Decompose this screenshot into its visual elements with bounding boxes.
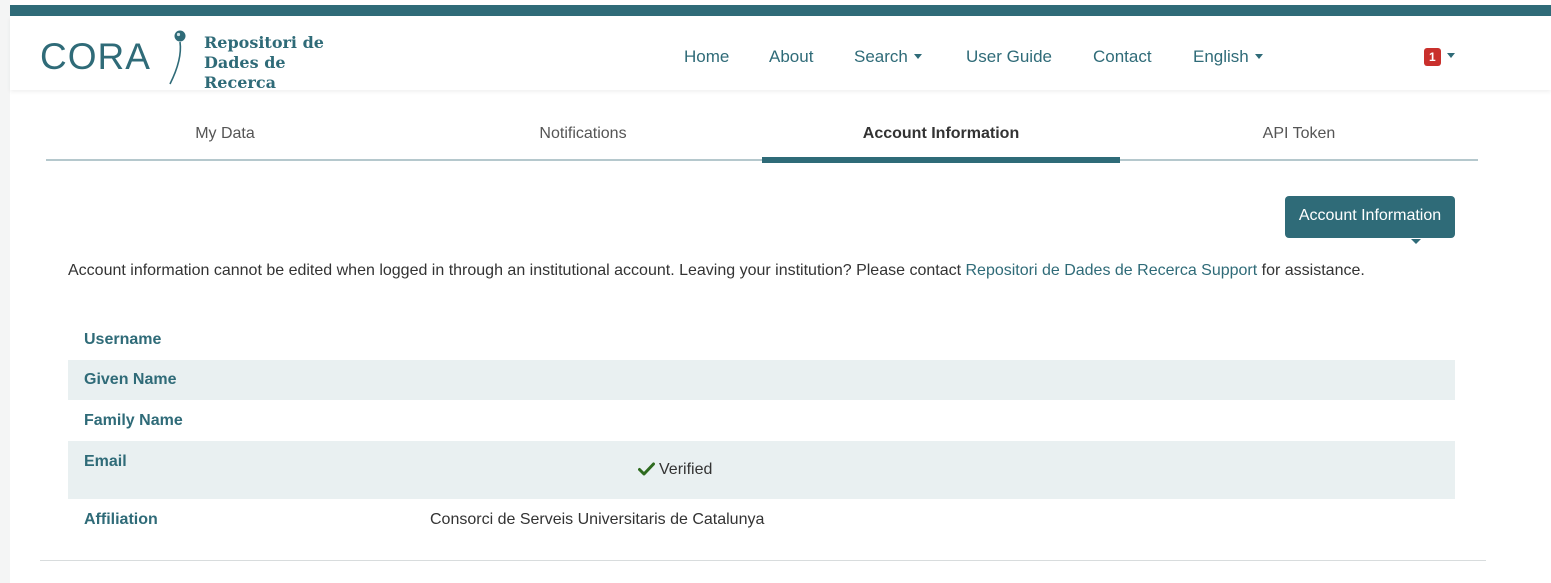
verified-label: Verified: [659, 461, 713, 478]
institutional-account-notice: Account information cannot be edited whe…: [68, 258, 1448, 284]
notice-text-after: for assistance.: [1257, 262, 1365, 279]
field-label-email: Email: [84, 453, 127, 470]
nav-user-guide[interactable]: User Guide: [966, 47, 1052, 67]
table-row: Family Name: [68, 400, 1455, 441]
table-row: Affiliation Consorci de Serveis Universi…: [68, 499, 1455, 541]
tab-my-data[interactable]: My Data: [46, 117, 404, 161]
table-row: Username: [68, 320, 1455, 360]
nav-about[interactable]: About: [769, 47, 813, 67]
tab-api-token[interactable]: API Token: [1120, 117, 1478, 161]
table-row: Given Name: [68, 360, 1455, 400]
nav-language-label: English: [1193, 47, 1249, 66]
nav-search-label: Search: [854, 47, 908, 66]
account-details-table: Username Given Name Family Name Email Ve…: [68, 320, 1455, 541]
account-information-button[interactable]: Account Information: [1285, 196, 1455, 238]
page-margin: [0, 0, 10, 583]
caret-down-icon[interactable]: [1411, 239, 1421, 244]
top-accent-bar: [10, 5, 1551, 16]
support-link[interactable]: Repositori de Dades de Recerca Support: [965, 262, 1257, 279]
field-label-affiliation: Affiliation: [84, 511, 158, 528]
divider: [40, 560, 1486, 561]
table-row: Email Verified: [68, 441, 1455, 499]
check-icon: [638, 462, 655, 476]
field-label-given-name: Given Name: [84, 371, 177, 388]
nav-search-dropdown[interactable]: Search: [854, 47, 922, 67]
field-label-username: Username: [84, 331, 162, 348]
logo-mark-icon: [169, 30, 186, 85]
field-label-family-name: Family Name: [84, 412, 183, 429]
nav-language-dropdown[interactable]: English: [1193, 47, 1263, 67]
logo-text: Repositori de Dades de Recerca: [204, 33, 360, 93]
caret-down-icon: [1254, 54, 1263, 59]
logo-text-line2: Dades de Recerca: [204, 53, 286, 92]
logo-wordmark: CORA: [40, 36, 151, 77]
notice-text-before: Account information cannot be edited whe…: [68, 262, 966, 279]
notification-badge: 1: [1424, 48, 1441, 66]
site-navbar: CORA Repositori de Dades de Recerca Home…: [10, 16, 1551, 92]
notifications-dropdown[interactable]: 1: [1424, 48, 1455, 66]
account-tabs: My Data Notifications Account Informatio…: [46, 117, 1478, 163]
tab-notifications[interactable]: Notifications: [404, 117, 762, 161]
logo-text-line1: Repositori de: [204, 33, 324, 52]
tab-account-information[interactable]: Account Information: [762, 117, 1120, 163]
field-value-affiliation: Consorci de Serveis Universitaris de Cat…: [430, 511, 765, 528]
account-information-button-label: Account Information: [1298, 207, 1442, 224]
site-logo[interactable]: CORA Repositori de Dades de Recerca: [40, 22, 360, 92]
caret-down-icon: [913, 54, 922, 59]
nav-home[interactable]: Home: [684, 47, 729, 67]
caret-down-icon: [1446, 53, 1455, 58]
email-verified-status: Verified: [638, 461, 712, 479]
nav-contact[interactable]: Contact: [1093, 47, 1152, 67]
